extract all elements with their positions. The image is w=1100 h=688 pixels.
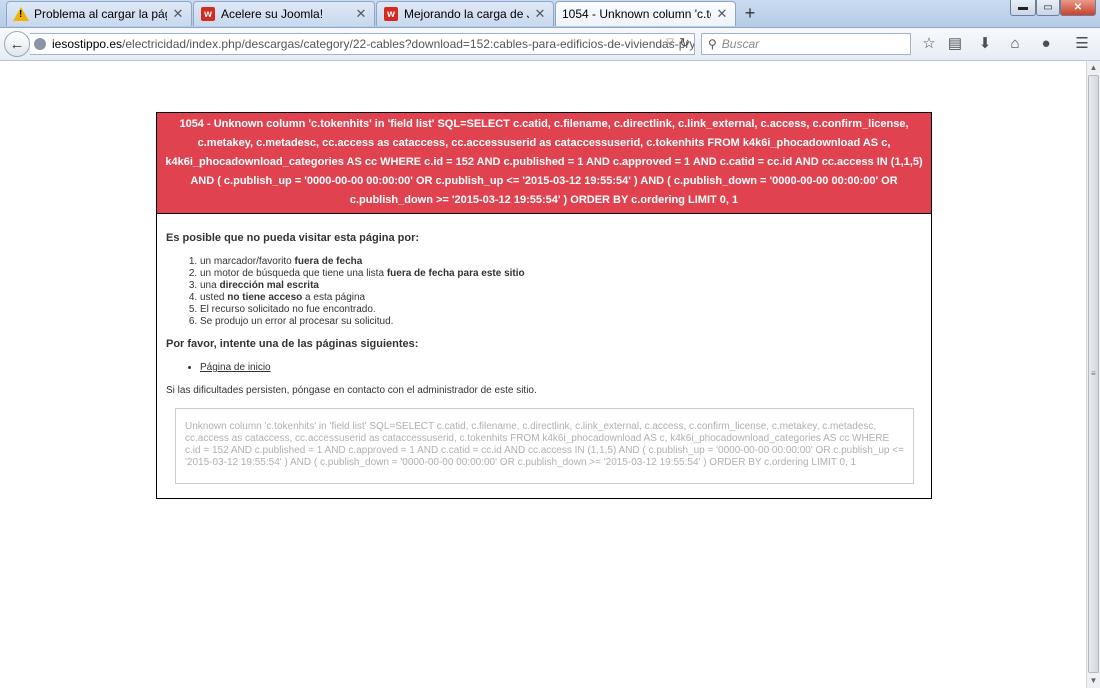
tab-label: Acelere su Joomla!: [221, 7, 324, 21]
search-placeholder: Buscar: [721, 37, 760, 51]
list-item: El recurso solicitado no fue encontrado.: [200, 304, 922, 316]
address-bar[interactable]: iesostippo.es /electricidad/index.php/de…: [30, 33, 695, 55]
new-tab-icon[interactable]: +: [740, 3, 760, 23]
reload-icon[interactable]: ↻: [679, 35, 690, 51]
close-icon[interactable]: ✕: [354, 6, 368, 22]
close-icon[interactable]: ✕: [715, 6, 729, 22]
list-item: una dirección mal escrita: [200, 280, 922, 292]
tab-label: Mejorando la carga de Joo...: [404, 7, 529, 21]
close-icon[interactable]: ✕: [171, 6, 185, 22]
scroll-down-icon[interactable]: ▼: [1087, 674, 1100, 688]
tab-strip: Problema al cargar la página ✕ w Acelere…: [0, 0, 1100, 28]
error-body: Es posible que no pueda visitar esta pág…: [157, 214, 931, 492]
list-item: un motor de búsqueda que tiene una lista…: [200, 268, 922, 280]
globe-icon: [34, 38, 46, 50]
sql-error-detail: Unknown column 'c.tokenhits' in 'field l…: [175, 408, 914, 484]
scroll-up-icon[interactable]: ▲: [1087, 61, 1100, 75]
error-title: 1054 - Unknown column 'c.tokenhits' in '…: [157, 113, 931, 214]
maximize-icon[interactable]: ▭: [1036, 0, 1060, 16]
search-input[interactable]: ⚲ Buscar: [701, 33, 911, 55]
tab-acelere-joomla[interactable]: w Acelere su Joomla! ✕: [193, 1, 375, 26]
tab-error-1054[interactable]: 1054 - Unknown column 'c.tok... ✕: [555, 1, 736, 26]
history-dropdown-icon[interactable]: ▽: [666, 37, 674, 48]
warning-icon: [13, 6, 29, 22]
joomla-icon: w: [200, 6, 216, 22]
list-item: usted no tiene acceso a esta página: [200, 292, 922, 304]
tab-label: Problema al cargar la página: [34, 7, 167, 21]
minimize-icon[interactable]: ▬: [1010, 0, 1036, 16]
error-box: 1054 - Unknown column 'c.tokenhits' in '…: [156, 112, 932, 499]
back-button[interactable]: ←: [4, 31, 30, 57]
chat-icon[interactable]: ●: [1036, 34, 1056, 54]
download-icon[interactable]: ⬇: [975, 34, 995, 54]
list-item: Se produjo un error al procesar su solic…: [200, 316, 922, 328]
contact-note: Si las dificultades persisten, póngase e…: [166, 385, 537, 396]
tab-problema-carga[interactable]: Problema al cargar la página ✕: [6, 1, 192, 26]
star-icon[interactable]: ☆: [919, 34, 939, 54]
grip-icon: ≡: [1091, 369, 1096, 378]
reasons-heading: Es posible que no pueda visitar esta pág…: [166, 232, 420, 244]
menu-icon[interactable]: ☰: [1072, 34, 1092, 54]
page-content: 1054 - Unknown column 'c.tokenhits' in '…: [0, 61, 1086, 688]
tab-mejorando-carga[interactable]: w Mejorando la carga de Joo... ✕: [376, 1, 554, 26]
home-page-link[interactable]: Página de inicio: [200, 362, 271, 373]
tab-label: 1054 - Unknown column 'c.tok...: [562, 7, 711, 21]
pages-list: Página de inicio: [166, 362, 922, 373]
try-pages-heading: Por favor, intente una de las páginas si…: [166, 338, 419, 350]
navigation-bar: ← iesostippo.es /electricidad/index.php/…: [0, 28, 1100, 61]
url-path: /electricidad/index.php/descargas/catego…: [122, 37, 694, 51]
close-icon[interactable]: ✕: [533, 6, 547, 22]
back-arrow-icon: ←: [9, 35, 25, 53]
list-item: un marcador/favorito fuera de fecha: [200, 256, 922, 268]
window-close-icon[interactable]: ✕: [1060, 0, 1096, 16]
reasons-list: un marcador/favorito fuera de fecha un m…: [166, 256, 922, 328]
joomla-icon: w: [383, 6, 399, 22]
url-domain: iesostippo.es: [52, 37, 123, 51]
vertical-scrollbar[interactable]: ▲ ≡ ▼: [1086, 61, 1100, 688]
bookmarks-icon[interactable]: ▤: [945, 34, 965, 54]
scrollbar-thumb[interactable]: ≡: [1088, 75, 1099, 673]
home-icon[interactable]: ⌂: [1005, 34, 1025, 54]
list-item: Página de inicio: [200, 362, 922, 373]
search-icon: ⚲: [708, 37, 717, 51]
